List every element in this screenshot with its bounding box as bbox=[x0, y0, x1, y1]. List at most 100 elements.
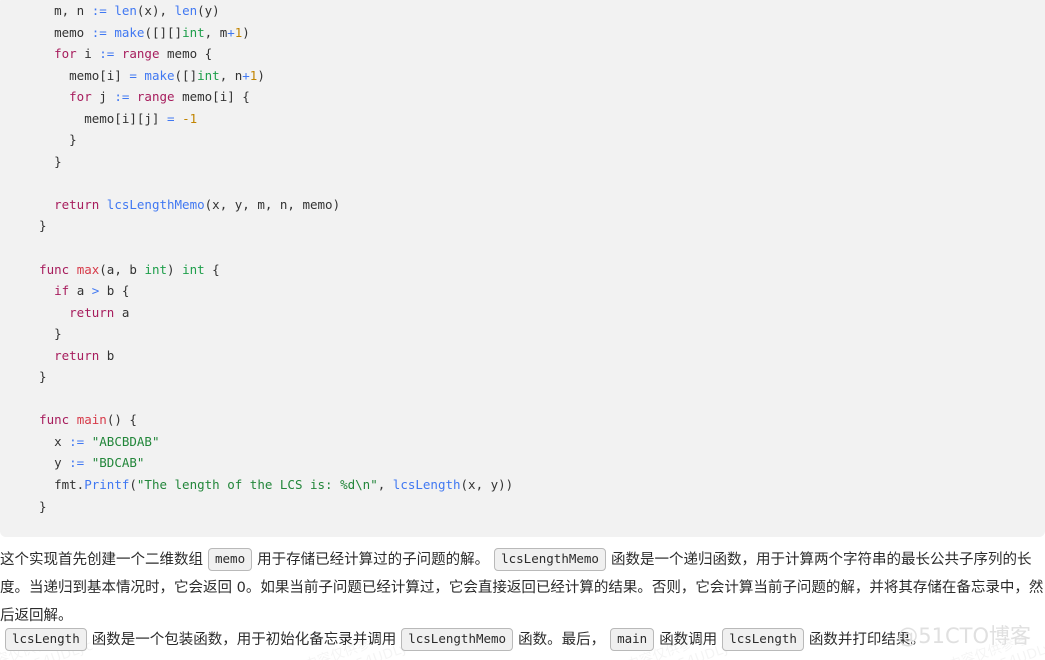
code-token: (x, y)) bbox=[460, 477, 514, 493]
code-token: (x, y, m, n, memo) bbox=[204, 196, 341, 212]
code-line: for i := range memo { bbox=[0, 43, 1045, 65]
code-line: } bbox=[0, 323, 1045, 345]
code-token: memo[i][j] bbox=[24, 110, 167, 126]
code-token: func bbox=[39, 261, 70, 277]
code-token: (y) bbox=[197, 3, 220, 18]
code-token: ) bbox=[242, 24, 250, 40]
code-token: + bbox=[242, 67, 250, 83]
code-token: memo[i] bbox=[24, 67, 130, 83]
code-token: for bbox=[54, 46, 77, 62]
code-token: int bbox=[144, 261, 168, 277]
inline-code-badge: memo bbox=[208, 548, 253, 571]
code-token: return bbox=[69, 304, 115, 320]
code-token: := bbox=[69, 433, 85, 449]
code-token: if bbox=[54, 283, 70, 299]
inline-code-badge: lcsLengthMemo bbox=[494, 548, 606, 571]
code-token: memo { bbox=[159, 46, 213, 62]
code-line: func main() { bbox=[0, 409, 1045, 431]
code-token: } bbox=[24, 218, 47, 234]
code-token: range bbox=[121, 46, 160, 62]
code-token: } bbox=[24, 369, 47, 385]
code-token: len bbox=[174, 3, 198, 18]
code-token: } bbox=[24, 153, 62, 169]
code-token: lcsLengthMemo bbox=[106, 196, 205, 212]
code-token: := bbox=[99, 46, 115, 62]
code-token: ) bbox=[257, 67, 265, 83]
code-line: return b bbox=[0, 345, 1045, 367]
code-token: range bbox=[136, 89, 175, 105]
code-line: x := "ABCBDAB" bbox=[0, 431, 1045, 453]
code-token: (x), bbox=[136, 3, 175, 18]
code-token: + bbox=[227, 24, 235, 40]
code-token: "BDCAB" bbox=[91, 455, 145, 471]
code-token: := bbox=[69, 455, 85, 471]
code-token: } bbox=[24, 498, 47, 514]
page-root: AI生成内容仅供参考rzqPfQRBb54UDLycAI生成内容仅供参考rzqP… bbox=[0, 0, 1045, 660]
code-line: m, n := len(x), len(y) bbox=[0, 0, 1045, 22]
code-token: := bbox=[114, 89, 130, 105]
code-token: make bbox=[114, 24, 145, 40]
code-line: } bbox=[0, 129, 1045, 151]
code-line: y := "BDCAB" bbox=[0, 452, 1045, 474]
code-token: main bbox=[76, 412, 107, 428]
code-token: ([][] bbox=[144, 24, 183, 40]
code-token: func bbox=[39, 412, 70, 428]
code-token: b { bbox=[99, 283, 130, 299]
code-token: lcsLength bbox=[392, 477, 461, 493]
code-token: max bbox=[76, 261, 100, 277]
code-line: memo[i][j] = -1 bbox=[0, 108, 1045, 130]
code-token: y bbox=[24, 455, 70, 471]
code-token: -1 bbox=[182, 110, 198, 126]
code-block[interactable]: m, n := len(x), len(y) memo := make([][]… bbox=[0, 0, 1045, 537]
code-token: j bbox=[91, 89, 115, 105]
code-token: int bbox=[197, 67, 220, 83]
code-token: = bbox=[129, 67, 137, 83]
code-line: memo := make([][]int, m+1) bbox=[0, 22, 1045, 44]
code-token: fmt. bbox=[24, 477, 85, 493]
code-token: () { bbox=[106, 412, 137, 428]
inline-code-badge: main bbox=[610, 628, 655, 651]
code-line: } bbox=[0, 366, 1045, 388]
code-token: return bbox=[54, 196, 100, 212]
brand-watermark: @51CTO博客 bbox=[897, 624, 1031, 648]
code-token: len bbox=[114, 3, 137, 18]
code-token: , n bbox=[219, 67, 243, 83]
code-token: for bbox=[69, 89, 92, 105]
paragraph-text: 这个实现首先创建一个二维数组 bbox=[0, 552, 203, 568]
code-token: i bbox=[76, 46, 100, 62]
inline-code-badge: lcsLength bbox=[722, 628, 804, 651]
code-line: return a bbox=[0, 302, 1045, 324]
paragraph-text: 函数调用 bbox=[659, 632, 718, 648]
code-line: func max(a, b int) int { bbox=[0, 259, 1045, 281]
code-token: x bbox=[24, 433, 70, 449]
inline-code-badge: lcsLength bbox=[5, 628, 87, 651]
code-token: "ABCBDAB" bbox=[91, 433, 160, 449]
code-token: m, n bbox=[24, 3, 92, 18]
code-line: } bbox=[0, 215, 1045, 237]
code-line: memo[i] = make([]int, n+1) bbox=[0, 65, 1045, 87]
code-token: b bbox=[99, 347, 115, 363]
code-token: , bbox=[377, 477, 393, 493]
inline-code-badge: lcsLengthMemo bbox=[401, 628, 514, 651]
code-token: (a, b bbox=[99, 261, 145, 277]
code-token: Printf bbox=[84, 477, 130, 493]
code-content: m, n := len(x), len(y) memo := make([][]… bbox=[0, 0, 1045, 517]
code-token: int bbox=[182, 261, 205, 277]
code-line: for j := range memo[i] { bbox=[0, 86, 1045, 108]
paragraph-text: 函数是一个包装函数，用于初始化备忘录并调用 bbox=[91, 632, 397, 648]
code-line: } bbox=[0, 151, 1045, 173]
paragraph-text: 用于存储已经计算过的子问题的解。 bbox=[257, 552, 490, 568]
code-line: } bbox=[0, 496, 1045, 518]
code-token: return bbox=[54, 347, 100, 363]
